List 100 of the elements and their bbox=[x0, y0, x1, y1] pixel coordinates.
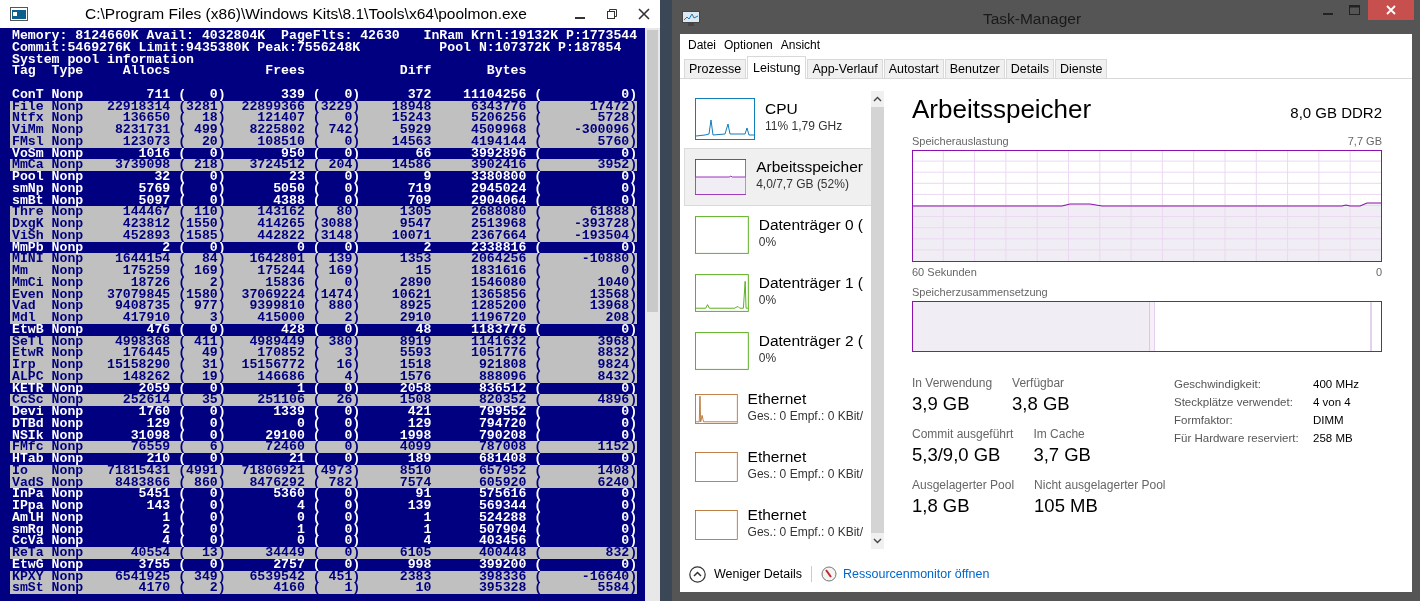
item-subtitle: 4,0/7,7 GB (52%) bbox=[756, 176, 850, 192]
collapse-icon bbox=[689, 565, 706, 583]
stat-value: 105 MB bbox=[1034, 494, 1099, 518]
stat-label: Im Cache bbox=[1033, 427, 1086, 442]
tab[interactable]: Autostart bbox=[883, 59, 944, 78]
item-title: Datenträger 2 ( bbox=[758, 331, 863, 350]
menu-item[interactable]: Optionen bbox=[720, 37, 777, 52]
pool-row-text: DTBd Nonp 129 ( 0) 0 ( 0) 129 794720 ( 0) bbox=[11, 417, 638, 430]
window-title: C:\Program Files (x86)\Windows Kits\8.1\Tools\x64\poolmon.exe bbox=[84, 5, 528, 23]
tab[interactable]: Dienste bbox=[1055, 59, 1108, 78]
sidebar-item[interactable]: Datenträger 1 ( 0% bbox=[684, 264, 874, 322]
pool-row-text: EtwB Nonp 476 ( 0) 428 ( 0) 48 1183776 ( 0) bbox=[11, 323, 638, 336]
sidebar-item[interactable]: Ethernet Ges.: 0 Empf.: 0 KBit/ bbox=[684, 496, 874, 554]
stat-value: 1,8 GB bbox=[912, 494, 971, 518]
item-subtitle: Ges.: 0 Empf.: 0 KBit/ bbox=[747, 524, 863, 540]
caret-up-icon bbox=[873, 96, 882, 102]
detail-value: DIMM bbox=[1313, 413, 1345, 428]
pool-row-text: KETR Nonp 2059 ( 0) 1 ( 0) 2058 836512 ( 0) bbox=[11, 382, 638, 395]
resource-monitor-link[interactable]: Ressourcenmonitor öffnen bbox=[843, 567, 990, 581]
close-icon bbox=[1386, 5, 1396, 15]
detail-label: Formfaktor: bbox=[1174, 413, 1234, 428]
window-title: Task-Manager bbox=[981, 10, 1083, 28]
menu-item[interactable]: Datei bbox=[684, 37, 720, 52]
pool-row: DxgK Nonp 423812 (1550) 414265 (3088) 9547 2513968 ( -393728) bbox=[10, 218, 638, 230]
tab[interactable]: Prozesse bbox=[684, 59, 747, 78]
pool-row: Io Nonp 71815431 (4991) 71806921 (4973) 8510 657952 ( 1408) bbox=[10, 464, 638, 477]
detail-label: Steckplätze verwendet: bbox=[1174, 395, 1294, 410]
stat-label: Ausgelagerter Pool bbox=[912, 478, 1015, 493]
pool-row-text: Pool Nonp 32 ( 0) 23 ( 0) 9 3380800 ( 0) bbox=[11, 171, 638, 183]
pool-row-text: EtwG Nonp 3755 ( 0) 2757 ( 0) 998 399200 ( 0) bbox=[11, 558, 638, 571]
cpu-graph-thumbnail bbox=[695, 98, 755, 140]
fewer-details-toggle[interactable]: Weniger Details bbox=[689, 565, 802, 583]
axis-label: 0 bbox=[1375, 266, 1382, 279]
detail-value: 400 MHz bbox=[1313, 377, 1361, 392]
console-line: System pool information bbox=[11, 53, 195, 66]
pool-row: EtwR Nonp 176445 ( 49) 170852 ( 3) 5593 1051776 ( 8832) bbox=[10, 347, 638, 359]
pool-row: Vad Nonp 9408735 ( 977) 9399810 ( 880) 8925 1285200 ( 13968) bbox=[10, 300, 638, 312]
memory-spec: 8,0 GB DDR2 bbox=[1290, 104, 1382, 121]
pool-row-text: NSIk Nonp 31098 ( 0) 29100 ( 0) 1998 790208 ( 0) bbox=[11, 429, 638, 442]
item-title: CPU bbox=[765, 99, 799, 118]
gauge-icon bbox=[821, 566, 837, 582]
stat-label: Verfügbar bbox=[1012, 376, 1066, 391]
pool-row: Thre Nonp 144467 ( 110) 143162 ( 80) 1305 2688080 ( 61888) bbox=[10, 206, 638, 218]
pool-row: smSt Nonp 4170 ( 2) 4160 ( 1) 10 395328 ( 5584) bbox=[10, 582, 638, 594]
item-title: Ethernet bbox=[747, 447, 808, 466]
scrollbar-thumb[interactable] bbox=[647, 30, 658, 312]
scroll-up-button[interactable] bbox=[871, 91, 884, 107]
pool-row-text: CcVa Nonp 4 ( 0) 0 ( 0) 4 403456 ( 0) bbox=[11, 535, 638, 547]
scroll-down-button[interactable] bbox=[871, 533, 884, 549]
task-manager-app-icon bbox=[682, 11, 700, 26]
item-title: Datenträger 1 ( bbox=[758, 273, 863, 292]
disk-graph-thumbnail bbox=[695, 214, 749, 256]
pool-row: CcSc Nonp 252614 ( 35) 251106 ( 26) 1508 820352 ( 4896) bbox=[10, 394, 638, 406]
pool-row: SeTl Nonp 4998368 ( 411) 4989449 ( 380) 8919 1141632 ( 3968) bbox=[10, 335, 638, 348]
sidebar-item[interactable]: Ethernet Ges.: 0 Empf.: 0 KBit/ bbox=[684, 380, 874, 438]
tab[interactable]: App-Verlauf bbox=[807, 59, 883, 78]
sidebar-item[interactable]: Arbeitsspeicher 4,0/7,7 GB (52%) bbox=[684, 148, 874, 206]
item-subtitle: 11% 1,79 GHz bbox=[765, 118, 843, 134]
pool-row: Mdl Nonp 417910 ( 3) 415000 ( 2) 2910 1196720 ( 208) bbox=[10, 312, 638, 324]
item-subtitle: 0% bbox=[758, 292, 778, 308]
graph-label: Speicherzusammensetzung bbox=[912, 286, 1048, 299]
close-icon bbox=[638, 8, 650, 20]
sidebar-item[interactable]: CPU 11% 1,79 GHz bbox=[684, 90, 874, 148]
pool-row-text: smRg Nonp 2 ( 0) 1 ( 0) 1 507904 ( 0) bbox=[11, 523, 638, 536]
pool-row: MINI Nonp 1644154 ( 84) 1642801 ( 139) 1353 2064256 ( -10880) bbox=[10, 253, 638, 265]
sidebar-item[interactable]: Ethernet Ges.: 0 Empf.: 0 KBit/ bbox=[684, 438, 874, 496]
pool-row-text: smNp Nonp 5769 ( 0) 5050 ( 0) 719 2945024 ( 0) bbox=[11, 182, 638, 195]
pool-row-text: IPpa Nonp 143 ( 0) 4 ( 0) 139 569344 ( 0) bbox=[11, 500, 638, 512]
pool-row: MmCa Nonp 3739098 ( 218) 3724512 ( 204) 14586 3902416 ( 3952) bbox=[10, 159, 638, 171]
console-app-icon bbox=[10, 7, 28, 21]
pool-row-text: MmPb Nonp 2 ( 0) 0 ( 0) 2 2338816 ( 0) bbox=[11, 241, 638, 254]
scrollbar-track[interactable] bbox=[871, 91, 884, 549]
stat-label: Commit ausgeführt bbox=[912, 427, 1014, 442]
pool-row: File Nonp 22918314 (3281) 22899366 (3229) 18948 6343776 ( 17472) bbox=[10, 100, 638, 113]
stat-value: 3,7 GB bbox=[1033, 443, 1091, 467]
pool-row: KPXY Nonp 6541925 ( 349) 6539542 ( 451) 2383 398336 ( -16640) bbox=[10, 570, 638, 583]
pool-row-text: Devi Nonp 1760 ( 0) 1339 ( 0) 421 799552 ( 0) bbox=[11, 406, 638, 418]
console-line: Memory: 8124660K Avail: 4032804K PageFlts: 42630 InRam Krnl:19132K P:1773544 bbox=[11, 30, 638, 42]
detail-label: Geschwindigkeit: bbox=[1174, 377, 1262, 392]
tab[interactable]: Leistung bbox=[747, 56, 807, 79]
memory-graph-thumbnail bbox=[695, 156, 747, 198]
column-header: Tag Type Allocs Frees Diff Bytes bbox=[11, 65, 527, 77]
stat-value: 3,9 GB bbox=[912, 392, 971, 416]
sidebar-item[interactable]: Datenträger 0 ( 0% bbox=[684, 206, 874, 264]
axis-label: 60 Sekunden bbox=[912, 266, 977, 279]
detail-value: 258 MB bbox=[1313, 431, 1354, 446]
pool-row: ViMm Nonp 8231731 ( 499) 8225802 ( 742) 5929 4509968 ( -300096) bbox=[10, 124, 638, 136]
menu-item[interactable]: Ansicht bbox=[776, 37, 825, 52]
tab[interactable]: Details bbox=[1005, 59, 1054, 78]
pool-row: Ntfx Nonp 136650 ( 18) 121407 ( 0) 15243 5206256 ( 5728) bbox=[10, 112, 638, 124]
disk-graph-thumbnail bbox=[695, 272, 749, 314]
stat-label: In Verwendung bbox=[912, 376, 993, 391]
item-title: Datenträger 0 ( bbox=[758, 215, 863, 234]
detail-value: 4 von 4 bbox=[1313, 395, 1352, 410]
tab[interactable]: Benutzer bbox=[944, 59, 1005, 78]
sidebar-item[interactable]: Datenträger 2 ( 0% bbox=[684, 322, 874, 380]
panel-title: Arbeitsspeicher bbox=[912, 94, 1092, 125]
pool-row-text: AmlH Nonp 1 ( 0) 0 ( 0) 1 524288 ( 0) bbox=[11, 511, 638, 524]
item-subtitle: Ges.: 0 Empf.: 0 KBit/ bbox=[747, 466, 863, 482]
pool-row: FMfc Nonp 76559 ( 6) 72460 ( 0) 4099 787008 ( 1152) bbox=[10, 441, 638, 453]
